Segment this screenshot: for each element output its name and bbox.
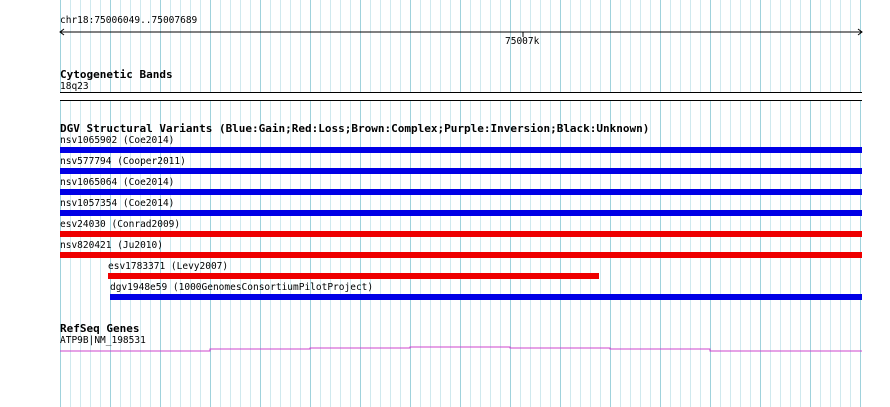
dgv-loss-bar[interactable]: [60, 231, 862, 237]
genome-browser-panel: chr18:75006049..75007689 75007k Cytogene…: [0, 0, 890, 407]
ruler-tick-label: 75007k: [505, 36, 540, 47]
dgv-loss-bar[interactable]: [60, 252, 862, 258]
dgv-gain-bar[interactable]: [60, 147, 862, 153]
dgv-feature-label: nsv820421 (Ju2010): [60, 240, 163, 251]
dgv-feature-label: nsv1065902 (Coe2014): [60, 135, 175, 146]
dgv-feature-label: nsv1065064 (Coe2014): [60, 177, 175, 188]
dgv-feature-label: dgv1948e59 (1000GenomesConsortiumPilotPr…: [110, 282, 374, 293]
cytoband-track-title[interactable]: Cytogenetic Bands: [60, 68, 173, 81]
dgv-gain-bar[interactable]: [60, 189, 862, 195]
dgv-feature-label: esv24030 (Conrad2009): [60, 219, 181, 230]
refseq-track-title[interactable]: RefSeq Genes: [60, 322, 139, 335]
scale-ruler: [59, 28, 863, 37]
dgv-track-title[interactable]: DGV Structural Variants (Blue:Gain;Red:L…: [60, 122, 649, 135]
dgv-feature-label: esv1783371 (Levy2007): [108, 261, 229, 272]
cytoband-glyph[interactable]: [60, 92, 862, 101]
region-label: chr18:75006049..75007689: [60, 15, 198, 26]
dgv-gain-bar[interactable]: [60, 168, 862, 174]
dgv-gain-bar[interactable]: [110, 294, 862, 300]
dgv-loss-bar[interactable]: [108, 273, 599, 279]
cytoband-label: 18q23: [60, 81, 89, 92]
dgv-gain-bar[interactable]: [60, 210, 862, 216]
dgv-feature-label: nsv577794 (Cooper2011): [60, 156, 186, 167]
gene-model[interactable]: [0, 340, 890, 356]
dgv-feature-label: nsv1057354 (Coe2014): [60, 198, 175, 209]
